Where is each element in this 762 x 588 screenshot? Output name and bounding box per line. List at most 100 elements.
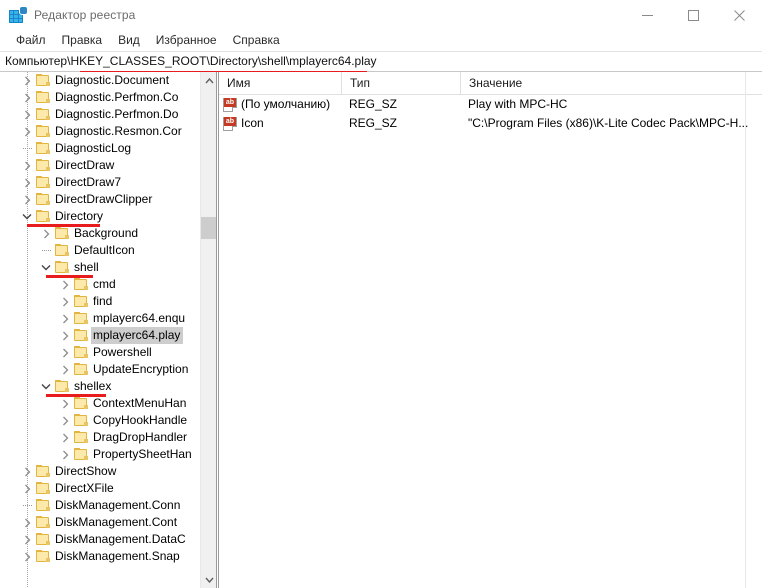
menu-item-file[interactable]: Файл	[8, 30, 54, 51]
tree-indent	[0, 378, 38, 395]
tree-item-label: DiskManagement.Snap	[53, 548, 183, 565]
maximize-button[interactable]	[670, 0, 716, 30]
tree-item[interactable]: Diagnostic.Perfmon.Co	[0, 89, 197, 106]
folder-icon	[54, 227, 70, 240]
chevron-right-icon[interactable]	[57, 327, 73, 344]
value-row[interactable]: ab(По умолчанию)REG_SZPlay with MPC-HC	[219, 95, 762, 114]
minimize-button[interactable]	[624, 0, 670, 30]
chevron-right-icon[interactable]	[19, 514, 35, 531]
tree-item[interactable]: DiskManagement.Snap	[0, 548, 197, 565]
value-row[interactable]: abIconREG_SZ"C:\Program Files (x86)\K-Li…	[219, 114, 762, 133]
chevron-right-icon[interactable]	[19, 480, 35, 497]
tree-item[interactable]: find	[0, 293, 197, 310]
tree-item[interactable]: DirectShow	[0, 463, 197, 480]
chevron-right-icon[interactable]	[57, 361, 73, 378]
tree-item[interactable]: Diagnostic.Resmon.Cor	[0, 123, 197, 140]
chevron-right-icon[interactable]	[57, 293, 73, 310]
chevron-down-icon[interactable]	[38, 378, 54, 395]
values-right-edge	[745, 72, 746, 588]
column-header-value[interactable]: Значение	[460, 72, 762, 94]
folder-icon	[35, 108, 51, 121]
registry-tree-pane[interactable]: Diagnostic.DocumentDiagnostic.Perfmon.Co…	[0, 72, 218, 588]
column-header-name[interactable]: Имя	[219, 72, 341, 94]
tree-item-label: DirectDrawClipper	[53, 191, 155, 208]
tree-item[interactable]: DiagnosticLog	[0, 140, 197, 157]
chevron-right-icon[interactable]	[19, 191, 35, 208]
tree-item-label: DefaultIcon	[72, 242, 138, 259]
tree-item[interactable]: cmd	[0, 276, 197, 293]
chevron-right-icon[interactable]	[57, 276, 73, 293]
chevron-right-icon[interactable]	[57, 310, 73, 327]
tree-item[interactable]: DirectDraw	[0, 157, 197, 174]
registry-editor-window: Редактор реестра Файл Правка Вид Избранн…	[0, 0, 762, 588]
tree-item[interactable]: mplayerc64.play	[0, 327, 197, 344]
tree-vertical-scrollbar[interactable]	[200, 72, 217, 588]
tree-item[interactable]: ContextMenuHan	[0, 395, 197, 412]
tree-item[interactable]: CopyHookHandle	[0, 412, 197, 429]
chevron-right-icon[interactable]	[19, 106, 35, 123]
chevron-right-icon[interactable]	[57, 344, 73, 361]
tree-item[interactable]: DirectXFile	[0, 480, 197, 497]
value-data-cell: "C:\Program Files (x86)\K-Lite Codec Pac…	[460, 114, 762, 133]
chevron-right-icon[interactable]	[57, 395, 73, 412]
chevron-right-icon[interactable]	[57, 429, 73, 446]
value-name-cell: ab(По умолчанию)	[219, 95, 341, 114]
value-name-cell: abIcon	[219, 114, 341, 133]
tree-item[interactable]: DefaultIcon	[0, 242, 197, 259]
value-type-cell: REG_SZ	[341, 114, 460, 133]
tree-item[interactable]: DragDropHandler	[0, 429, 197, 446]
chevron-right-icon[interactable]	[19, 157, 35, 174]
tree-item-label: ContextMenuHan	[91, 395, 189, 412]
tree-item[interactable]: DiskManagement.DataC	[0, 531, 197, 548]
menu-item-edit[interactable]: Правка	[54, 30, 111, 51]
tree-item[interactable]: Powershell	[0, 344, 197, 361]
tree-indent	[0, 548, 19, 565]
chevron-right-icon[interactable]	[19, 89, 35, 106]
tree-item[interactable]: UpdateEncryption	[0, 361, 197, 378]
chevron-right-icon[interactable]	[57, 446, 73, 463]
tree-item-label: UpdateEncryption	[91, 361, 191, 378]
tree-item-label: Diagnostic.Perfmon.Co	[53, 89, 181, 106]
tree-indent	[0, 191, 19, 208]
tree-item-label: Diagnostic.Document	[53, 72, 172, 89]
column-header-type[interactable]: Тип	[341, 72, 460, 94]
tree-indent	[0, 446, 57, 463]
tree-item[interactable]: shellex	[0, 378, 197, 395]
tree-indent	[0, 157, 19, 174]
chevron-down-icon[interactable]	[38, 259, 54, 276]
chevron-right-icon[interactable]	[19, 463, 35, 480]
tree-item[interactable]: DiskManagement.Conn	[0, 497, 197, 514]
tree-item[interactable]: DirectDraw7	[0, 174, 197, 191]
scroll-down-icon[interactable]	[201, 571, 217, 588]
chevron-right-icon[interactable]	[19, 174, 35, 191]
tree-leaf-marker	[19, 140, 35, 157]
chevron-down-icon[interactable]	[19, 208, 35, 225]
chevron-right-icon[interactable]	[19, 548, 35, 565]
chevron-right-icon[interactable]	[57, 412, 73, 429]
scroll-up-icon[interactable]	[201, 72, 217, 89]
tree-item[interactable]: PropertySheetHan	[0, 446, 197, 463]
folder-icon	[35, 516, 51, 529]
tree-item[interactable]: DirectDrawClipper	[0, 191, 197, 208]
tree-item[interactable]: Diagnostic.Document	[0, 72, 197, 89]
tree-item[interactable]: shell	[0, 259, 197, 276]
scrollbar-thumb[interactable]	[201, 217, 217, 239]
address-bar[interactable]: Компьютер\HKEY_CLASSES_ROOT\Directory\sh…	[0, 51, 762, 72]
chevron-right-icon[interactable]	[19, 72, 35, 89]
chevron-right-icon[interactable]	[19, 123, 35, 140]
menu-item-favorites[interactable]: Избранное	[148, 30, 225, 51]
menu-item-view[interactable]: Вид	[110, 30, 148, 51]
chevron-right-icon[interactable]	[19, 531, 35, 548]
tree-item[interactable]: Directory	[0, 208, 197, 225]
chevron-right-icon[interactable]	[38, 225, 54, 242]
folder-icon	[35, 125, 51, 138]
tree-item-label: DiagnosticLog	[53, 140, 134, 157]
close-button[interactable]	[716, 0, 762, 30]
tree-item[interactable]: DiskManagement.Cont	[0, 514, 197, 531]
menu-item-help[interactable]: Справка	[225, 30, 288, 51]
tree-item[interactable]: Diagnostic.Perfmon.Do	[0, 106, 197, 123]
tree-item[interactable]: Background	[0, 225, 197, 242]
value-type-cell: REG_SZ	[341, 95, 460, 114]
tree-item[interactable]: mplayerc64.enqu	[0, 310, 197, 327]
registry-values-pane[interactable]: Имя Тип Значение ab(По умолчанию)REG_SZP…	[218, 72, 762, 588]
